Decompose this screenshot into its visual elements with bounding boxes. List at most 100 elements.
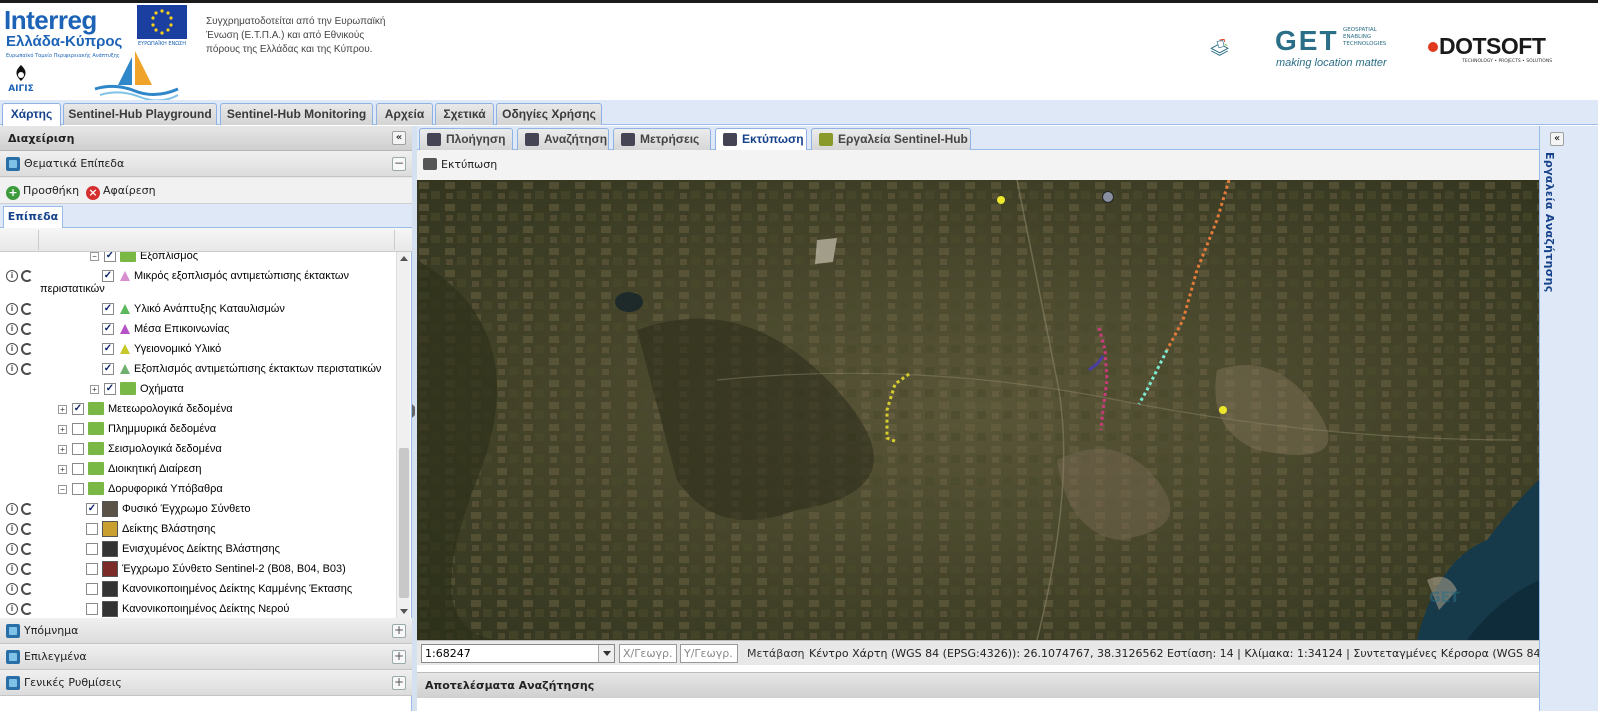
- tree-layer[interactable]: i Έγχρωμο Σύνθετο Sentinel-2 (B08, B04, B…: [0, 559, 396, 579]
- remove-layer-button[interactable]: × Αφαίρεση: [86, 183, 156, 200]
- satellite-basemap[interactable]: GET: [417, 180, 1539, 640]
- info-icon[interactable]: i: [6, 603, 18, 615]
- go-button[interactable]: Μετάβαση: [747, 647, 805, 660]
- x-coordinate-input[interactable]: Χ/Γεωγρ.: [619, 644, 677, 663]
- layer-checkbox[interactable]: ✓: [72, 403, 84, 415]
- tab-about[interactable]: Σχετικά: [435, 103, 494, 125]
- scroll-up-icon[interactable]: [400, 256, 408, 261]
- expand-toggle-icon[interactable]: −: [58, 485, 67, 494]
- tree-folder[interactable]: − Δορυφορικά Υπόβαθρα: [0, 479, 396, 499]
- expand-toggle-icon[interactable]: +: [90, 385, 99, 394]
- refresh-icon[interactable]: [21, 363, 33, 375]
- expand-settings-button[interactable]: +: [392, 676, 406, 690]
- layer-checkbox[interactable]: [86, 603, 98, 615]
- info-icon[interactable]: i: [6, 343, 18, 355]
- layer-checkbox[interactable]: ✓: [104, 252, 116, 262]
- info-icon[interactable]: i: [6, 323, 18, 335]
- tree-layer[interactable]: i ✓ Φυσικό Έγχρωμο Σύνθετο: [0, 499, 396, 519]
- tab-sentinel-playground[interactable]: Sentinel-Hub Playground: [63, 103, 217, 125]
- tab-map[interactable]: Χάρτης: [2, 103, 61, 126]
- refresh-icon[interactable]: [21, 583, 33, 595]
- tree-layer[interactable]: i Ενισχυμένος Δείκτης Βλάστησης: [0, 539, 396, 559]
- collapse-left-button[interactable]: «: [392, 131, 406, 145]
- info-icon[interactable]: i: [6, 583, 18, 595]
- refresh-icon[interactable]: [21, 523, 33, 535]
- expand-toggle-icon[interactable]: +: [58, 445, 67, 454]
- info-icon[interactable]: i: [6, 563, 18, 575]
- layer-checkbox[interactable]: ✓: [102, 323, 114, 335]
- refresh-icon[interactable]: [21, 543, 33, 555]
- tree-folder[interactable]: + Πλημμυρικά δεδομένα: [0, 419, 396, 439]
- tab-search[interactable]: Αναζήτηση: [517, 128, 609, 150]
- layer-checkbox[interactable]: [86, 563, 98, 575]
- layer-checkbox[interactable]: ✓: [104, 383, 116, 395]
- tree-layer[interactable]: i ✓ Εξοπλισμός αντιμετώπισης έκτακτων περι…: [0, 359, 396, 379]
- tree-layer[interactable]: i ✓ Μέσα Επικοινωνίας: [0, 319, 396, 339]
- collapse-thematic-button[interactable]: −: [392, 157, 406, 171]
- scroll-thumb[interactable]: [399, 448, 409, 598]
- info-icon[interactable]: i: [6, 503, 18, 515]
- refresh-icon[interactable]: [21, 603, 33, 615]
- layer-checkbox[interactable]: ✓: [86, 503, 98, 515]
- scale-select[interactable]: 1:68247: [421, 644, 615, 663]
- layer-checkbox[interactable]: [86, 523, 98, 535]
- info-icon[interactable]: i: [6, 543, 18, 555]
- tree-folder[interactable]: + Διοικητική Διαίρεση: [0, 459, 396, 479]
- tree-layer[interactable]: i ✓ Υγειονομικό Υλικό: [0, 339, 396, 359]
- thematic-layers-header[interactable]: Θεματικά Επίπεδα −: [0, 151, 412, 177]
- layer-checkbox[interactable]: [86, 583, 98, 595]
- expand-toggle-icon[interactable]: +: [58, 405, 67, 414]
- layer-checkbox[interactable]: [72, 483, 84, 495]
- tab-layers[interactable]: Επίπεδα: [3, 206, 63, 228]
- refresh-icon[interactable]: [21, 563, 33, 575]
- tab-navigation[interactable]: Πλοήγηση: [419, 128, 513, 150]
- general-settings-header[interactable]: Γενικές Ρυθμίσεις +: [0, 670, 412, 696]
- tab-files[interactable]: Αρχεία: [376, 103, 433, 125]
- layer-checkbox[interactable]: [86, 543, 98, 555]
- refresh-icon[interactable]: [21, 323, 33, 335]
- splitter-arrow-icon[interactable]: [412, 404, 416, 418]
- tab-sentinel-monitoring[interactable]: Sentinel-Hub Monitoring: [220, 103, 373, 125]
- map-canvas[interactable]: GET: [417, 180, 1539, 640]
- tree-layer[interactable]: i Δείκτης Βλάστησης: [0, 519, 396, 539]
- refresh-icon[interactable]: [21, 503, 33, 515]
- info-icon[interactable]: i: [6, 523, 18, 535]
- layer-checkbox[interactable]: ✓: [102, 343, 114, 355]
- expand-toggle-icon[interactable]: +: [58, 425, 67, 434]
- tree-folder[interactable]: + ✓ Μετεωρολογικά δεδομένα: [0, 399, 396, 419]
- expand-right-button[interactable]: «: [1550, 132, 1564, 146]
- selected-header[interactable]: Επιλεγμένα +: [0, 644, 412, 670]
- tab-user-guide[interactable]: Οδηγίες Χρήσης: [496, 103, 602, 125]
- layer-checkbox[interactable]: [72, 443, 84, 455]
- tab-print[interactable]: Εκτύπωση: [715, 128, 807, 150]
- legend-header[interactable]: Υπόμνημα +: [0, 618, 412, 644]
- add-layer-button[interactable]: + Προσθήκη: [6, 183, 79, 200]
- search-results-header[interactable]: Αποτελέσματα Αναζήτησης: [417, 672, 1539, 698]
- tree-layer[interactable]: i Κανονικοποιημένος Δείκτης Καμμένης Έκτα…: [0, 579, 396, 599]
- layer-checkbox[interactable]: [72, 463, 84, 475]
- tree-folder[interactable]: + Σεισμολογικά δεδομένα: [0, 439, 396, 459]
- info-icon[interactable]: i: [6, 363, 18, 375]
- layer-checkbox[interactable]: ✓: [102, 363, 114, 375]
- tab-measurements[interactable]: Μετρήσεις: [613, 128, 711, 150]
- expand-toggle-icon[interactable]: −: [90, 252, 99, 261]
- tree-layer[interactable]: i Κανονικοποιημένος Δείκτης Νερού: [0, 599, 396, 618]
- layer-checkbox[interactable]: [72, 423, 84, 435]
- print-button[interactable]: Εκτύπωση: [423, 158, 497, 171]
- expand-toggle-icon[interactable]: +: [58, 465, 67, 474]
- tree-folder[interactable]: + ✓ Οχήματα: [0, 379, 396, 399]
- refresh-icon[interactable]: [21, 303, 33, 315]
- scroll-down-icon[interactable]: [400, 609, 408, 614]
- expand-legend-button[interactable]: +: [392, 624, 406, 638]
- chevron-down-icon[interactable]: [598, 645, 614, 662]
- tree-folder[interactable]: − ✓ Εξοπλισμός: [0, 252, 396, 266]
- info-icon[interactable]: i: [6, 303, 18, 315]
- tree-layer[interactable]: i ✓ Υλικό Ανάπτυξης Καταυλισμών: [0, 299, 396, 319]
- right-panel-collapsed[interactable]: « Εργαλεία Αναζήτησης: [1539, 126, 1598, 711]
- layer-checkbox[interactable]: ✓: [102, 303, 114, 315]
- tree-scrollbar[interactable]: [396, 252, 410, 618]
- y-coordinate-input[interactable]: Υ/Γεωγρ.: [680, 644, 738, 663]
- expand-selected-button[interactable]: +: [392, 650, 406, 664]
- tab-sentinel-tools[interactable]: Εργαλεία Sentinel-Hub: [811, 128, 971, 150]
- refresh-icon[interactable]: [21, 343, 33, 355]
